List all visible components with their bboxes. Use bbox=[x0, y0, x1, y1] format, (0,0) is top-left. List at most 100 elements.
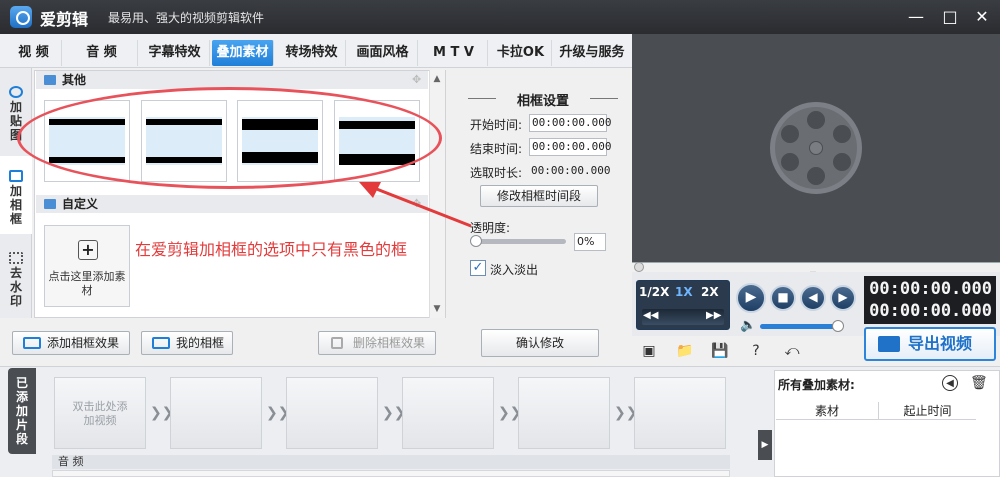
tab-overlay-material[interactable]: 叠加素材 bbox=[212, 40, 274, 66]
move-icon[interactable]: ✥ bbox=[412, 73, 421, 86]
delete-frame-effect-label: 删除相框效果 bbox=[353, 336, 426, 350]
duration-value: 00:00:00.000 bbox=[531, 164, 611, 177]
section-custom-title: 自定义 bbox=[62, 197, 99, 211]
opacity-label: 透明度: bbox=[470, 221, 511, 235]
fast-forward-icon[interactable]: ▶▶ bbox=[706, 310, 721, 321]
volume-slider[interactable] bbox=[760, 324, 840, 329]
added-clips-tab[interactable]: 已添加片段 bbox=[8, 368, 36, 454]
end-time-label: 结束时间: bbox=[470, 142, 523, 156]
volume-icon[interactable]: 🔈 bbox=[740, 318, 756, 333]
save-icon[interactable]: 💾 bbox=[711, 342, 729, 360]
chevron-right-icon: ❯❯ bbox=[614, 405, 638, 421]
app-slogan: 最易用、强大的视频剪辑软件 bbox=[108, 11, 265, 25]
added-clips-label: 已添加片段 bbox=[15, 376, 28, 446]
fade-checkbox[interactable]: ✓ bbox=[470, 260, 486, 276]
open-folder-icon[interactable]: 📁 bbox=[676, 342, 694, 360]
speed-normal[interactable]: 1X bbox=[675, 285, 693, 299]
scroll-up-icon[interactable]: ▲ bbox=[429, 72, 445, 86]
end-time-input[interactable]: 00:00:00.000 bbox=[529, 138, 611, 156]
confirm-modify-button[interactable]: 确认修改 bbox=[481, 329, 599, 357]
plus-icon: + bbox=[78, 240, 98, 260]
time-display: 00:00:00.000 00:00:00.000 bbox=[864, 276, 996, 324]
clip-slot[interactable] bbox=[634, 377, 726, 449]
clip-slot[interactable] bbox=[286, 377, 378, 449]
export-icon bbox=[878, 336, 900, 352]
modify-frame-range-button[interactable]: 修改相框时间段 bbox=[480, 185, 598, 207]
app-title: 爱剪辑 bbox=[40, 10, 89, 29]
tab-transition-effects[interactable]: 转场特效 bbox=[278, 40, 346, 66]
back-icon[interactable]: ◀ bbox=[942, 375, 958, 391]
trash-icon[interactable]: 🗑 bbox=[970, 375, 988, 391]
column-header-time-range[interactable]: 起止时间 bbox=[878, 402, 976, 420]
chevron-right-icon: ❯❯ bbox=[266, 405, 290, 421]
tab-upgrade-service[interactable]: 升级与服务 bbox=[554, 40, 630, 66]
tab-karaoke[interactable]: 卡拉OK bbox=[490, 40, 552, 66]
watermark-icon bbox=[9, 252, 23, 264]
clip-slot[interactable] bbox=[170, 377, 262, 449]
trash-icon bbox=[331, 337, 343, 349]
overlay-list-title: 所有叠加素材: bbox=[778, 378, 855, 392]
tab-subtitle-effects[interactable]: 字幕特效 bbox=[140, 40, 210, 66]
chevron-right-icon: ❯❯ bbox=[150, 405, 174, 421]
image-icon bbox=[44, 75, 56, 85]
rewind-icon[interactable]: ◀◀ bbox=[643, 310, 658, 321]
clip-slot[interactable] bbox=[518, 377, 610, 449]
start-time-label: 开始时间: bbox=[470, 118, 523, 132]
add-custom-material-label: 点击这里添加素材 bbox=[48, 270, 126, 297]
previous-frame-button[interactable]: ◀ bbox=[800, 285, 826, 311]
film-reel-icon bbox=[770, 102, 862, 194]
my-frames-button[interactable]: 我的相框 bbox=[141, 331, 233, 355]
annotation-circle bbox=[17, 87, 442, 189]
share-icon[interactable]: ⤺ bbox=[783, 342, 801, 360]
volume-slider-thumb[interactable] bbox=[832, 320, 844, 332]
audio-track[interactable] bbox=[52, 470, 730, 477]
column-header-material[interactable]: 素材 bbox=[776, 402, 878, 420]
opacity-slider[interactable] bbox=[474, 239, 566, 244]
sticker-icon bbox=[9, 86, 23, 98]
annotation-arrow bbox=[359, 182, 472, 228]
annotation-text: 在爱剪辑加相框的选项中只有黑色的框 bbox=[135, 240, 408, 259]
play-button[interactable]: ▶ bbox=[736, 283, 766, 313]
tab-audio[interactable]: 音 频 bbox=[66, 40, 138, 66]
next-icon: ▶ bbox=[838, 290, 848, 304]
side-tab-add-frame-label: 加相框 bbox=[9, 184, 22, 226]
add-frame-effect-label: 添加相框效果 bbox=[47, 336, 120, 350]
add-frame-effect-button[interactable]: 添加相框效果 bbox=[12, 331, 130, 355]
clip-slot[interactable] bbox=[402, 377, 494, 449]
stop-button[interactable]: ■ bbox=[770, 285, 796, 311]
add-custom-material-button[interactable]: + 点击这里添加素材 bbox=[44, 225, 130, 307]
speed-double[interactable]: 2X bbox=[701, 285, 719, 299]
delete-frame-effect-button[interactable]: 删除相框效果 bbox=[318, 331, 436, 355]
current-time: 00:00:00.000 bbox=[869, 279, 992, 299]
progress-handle[interactable] bbox=[634, 262, 644, 272]
app-logo-icon bbox=[10, 6, 32, 28]
opacity-slider-thumb[interactable] bbox=[470, 235, 482, 247]
scroll-down-icon[interactable]: ▼ bbox=[429, 302, 445, 316]
stop-icon: ■ bbox=[777, 290, 789, 304]
start-time-input[interactable]: 00:00:00.000 bbox=[529, 114, 611, 132]
tab-mtv[interactable]: M T V bbox=[420, 40, 488, 66]
clip-slot[interactable]: 双击此处添加视频 bbox=[54, 377, 146, 449]
audio-track-label: 音 频 bbox=[52, 455, 730, 469]
play-icon: ▶ bbox=[745, 289, 757, 305]
minimize-icon[interactable]: — bbox=[904, 6, 928, 28]
maximize-icon[interactable]: □ bbox=[938, 6, 962, 28]
tab-video[interactable]: 视 频 bbox=[6, 40, 62, 66]
duration-label: 选取时长: bbox=[470, 166, 523, 180]
total-time: 00:00:00.000 bbox=[869, 301, 992, 321]
opacity-input[interactable]: 0% bbox=[574, 233, 606, 251]
side-tab-remove-watermark[interactable]: 去水印 bbox=[0, 244, 32, 308]
new-project-icon[interactable]: ▣ bbox=[640, 342, 658, 360]
chevron-right-icon: ❯❯ bbox=[382, 405, 406, 421]
next-frame-button[interactable]: ▶ bbox=[830, 285, 856, 311]
add-video-hint: 双击此处添加视频 bbox=[72, 400, 128, 427]
my-frames-label: 我的相框 bbox=[176, 336, 225, 350]
frames-icon bbox=[152, 337, 170, 349]
tab-picture-style[interactable]: 画面风格 bbox=[348, 40, 418, 66]
help-icon[interactable]: ? bbox=[747, 342, 765, 360]
speed-half[interactable]: 1/2X bbox=[639, 285, 669, 299]
close-icon[interactable]: ✕ bbox=[970, 6, 994, 28]
side-tab-add-frame[interactable]: 加相框 bbox=[0, 156, 32, 234]
fade-label: 淡入淡出 bbox=[490, 263, 539, 277]
expand-panel-icon[interactable]: ▶ bbox=[758, 430, 772, 460]
